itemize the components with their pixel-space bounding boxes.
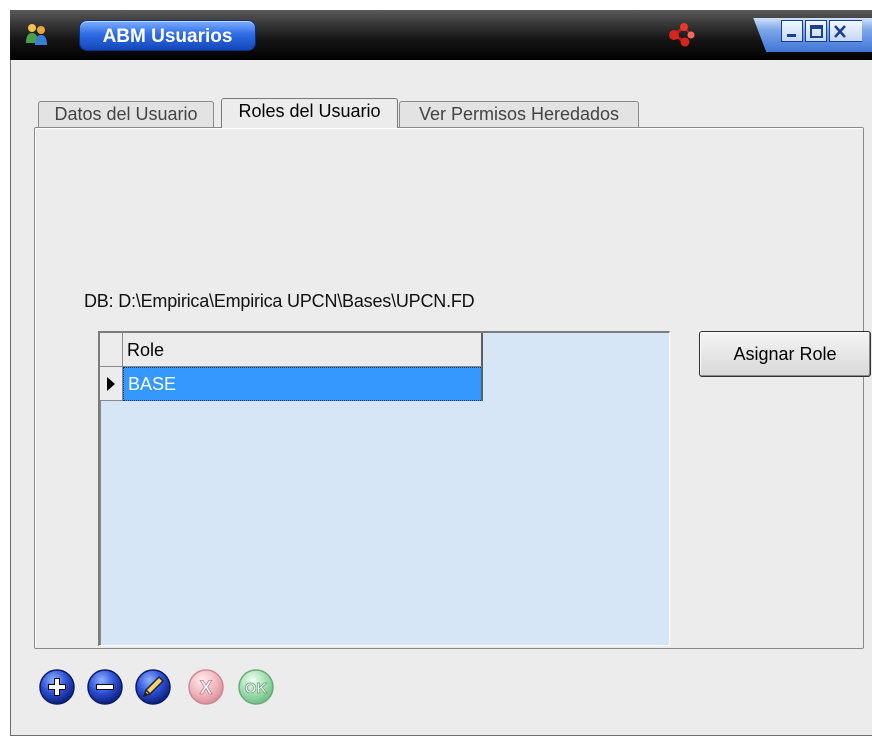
add-button[interactable]: [37, 667, 77, 707]
ok-button: OK: [238, 669, 274, 705]
x-icon: X: [200, 678, 213, 699]
minus-icon: [96, 684, 114, 690]
tab-roles-del-usuario[interactable]: Roles del Usuario: [221, 98, 398, 128]
maximize-button[interactable]: [805, 20, 827, 42]
row-indicator[interactable]: [100, 367, 123, 401]
roles-grid[interactable]: Role BASE: [98, 331, 670, 646]
cancel-button: X: [188, 669, 224, 705]
tab-datos-del-usuario[interactable]: Datos del Usuario: [38, 101, 214, 127]
remove-button[interactable]: [85, 667, 125, 707]
red-molecule-logo-icon: [669, 23, 695, 47]
row-pointer-icon: [107, 377, 115, 391]
title-bar[interactable]: ABM Usuarios: [10, 10, 872, 60]
minimize-icon: [787, 34, 796, 37]
minimize-button[interactable]: [781, 20, 803, 42]
db-path-label: DB: D:\Empirica\Empirica UPCN\Bases\UPCN…: [84, 291, 475, 311]
edit-button[interactable]: [133, 667, 173, 707]
grid-divider: [100, 401, 101, 645]
grid-header-role[interactable]: Role: [123, 333, 483, 367]
close-button[interactable]: [829, 20, 862, 42]
maximize-icon: [810, 25, 823, 38]
close-icon: [834, 25, 846, 38]
table-row[interactable]: BASE: [123, 367, 483, 401]
grid-corner-cell: [100, 333, 123, 367]
ok-icon: OK: [245, 680, 268, 697]
assign-role-button[interactable]: Asignar Role: [699, 331, 871, 377]
tab-panel-roles: DB: D:\Empirica\Empirica UPCN\Bases\UPCN…: [34, 127, 871, 649]
window-title: ABM Usuarios: [79, 20, 256, 51]
tab-ver-permisos-heredados[interactable]: Ver Permisos Heredados: [399, 101, 639, 127]
users-icon[interactable]: [24, 21, 50, 47]
